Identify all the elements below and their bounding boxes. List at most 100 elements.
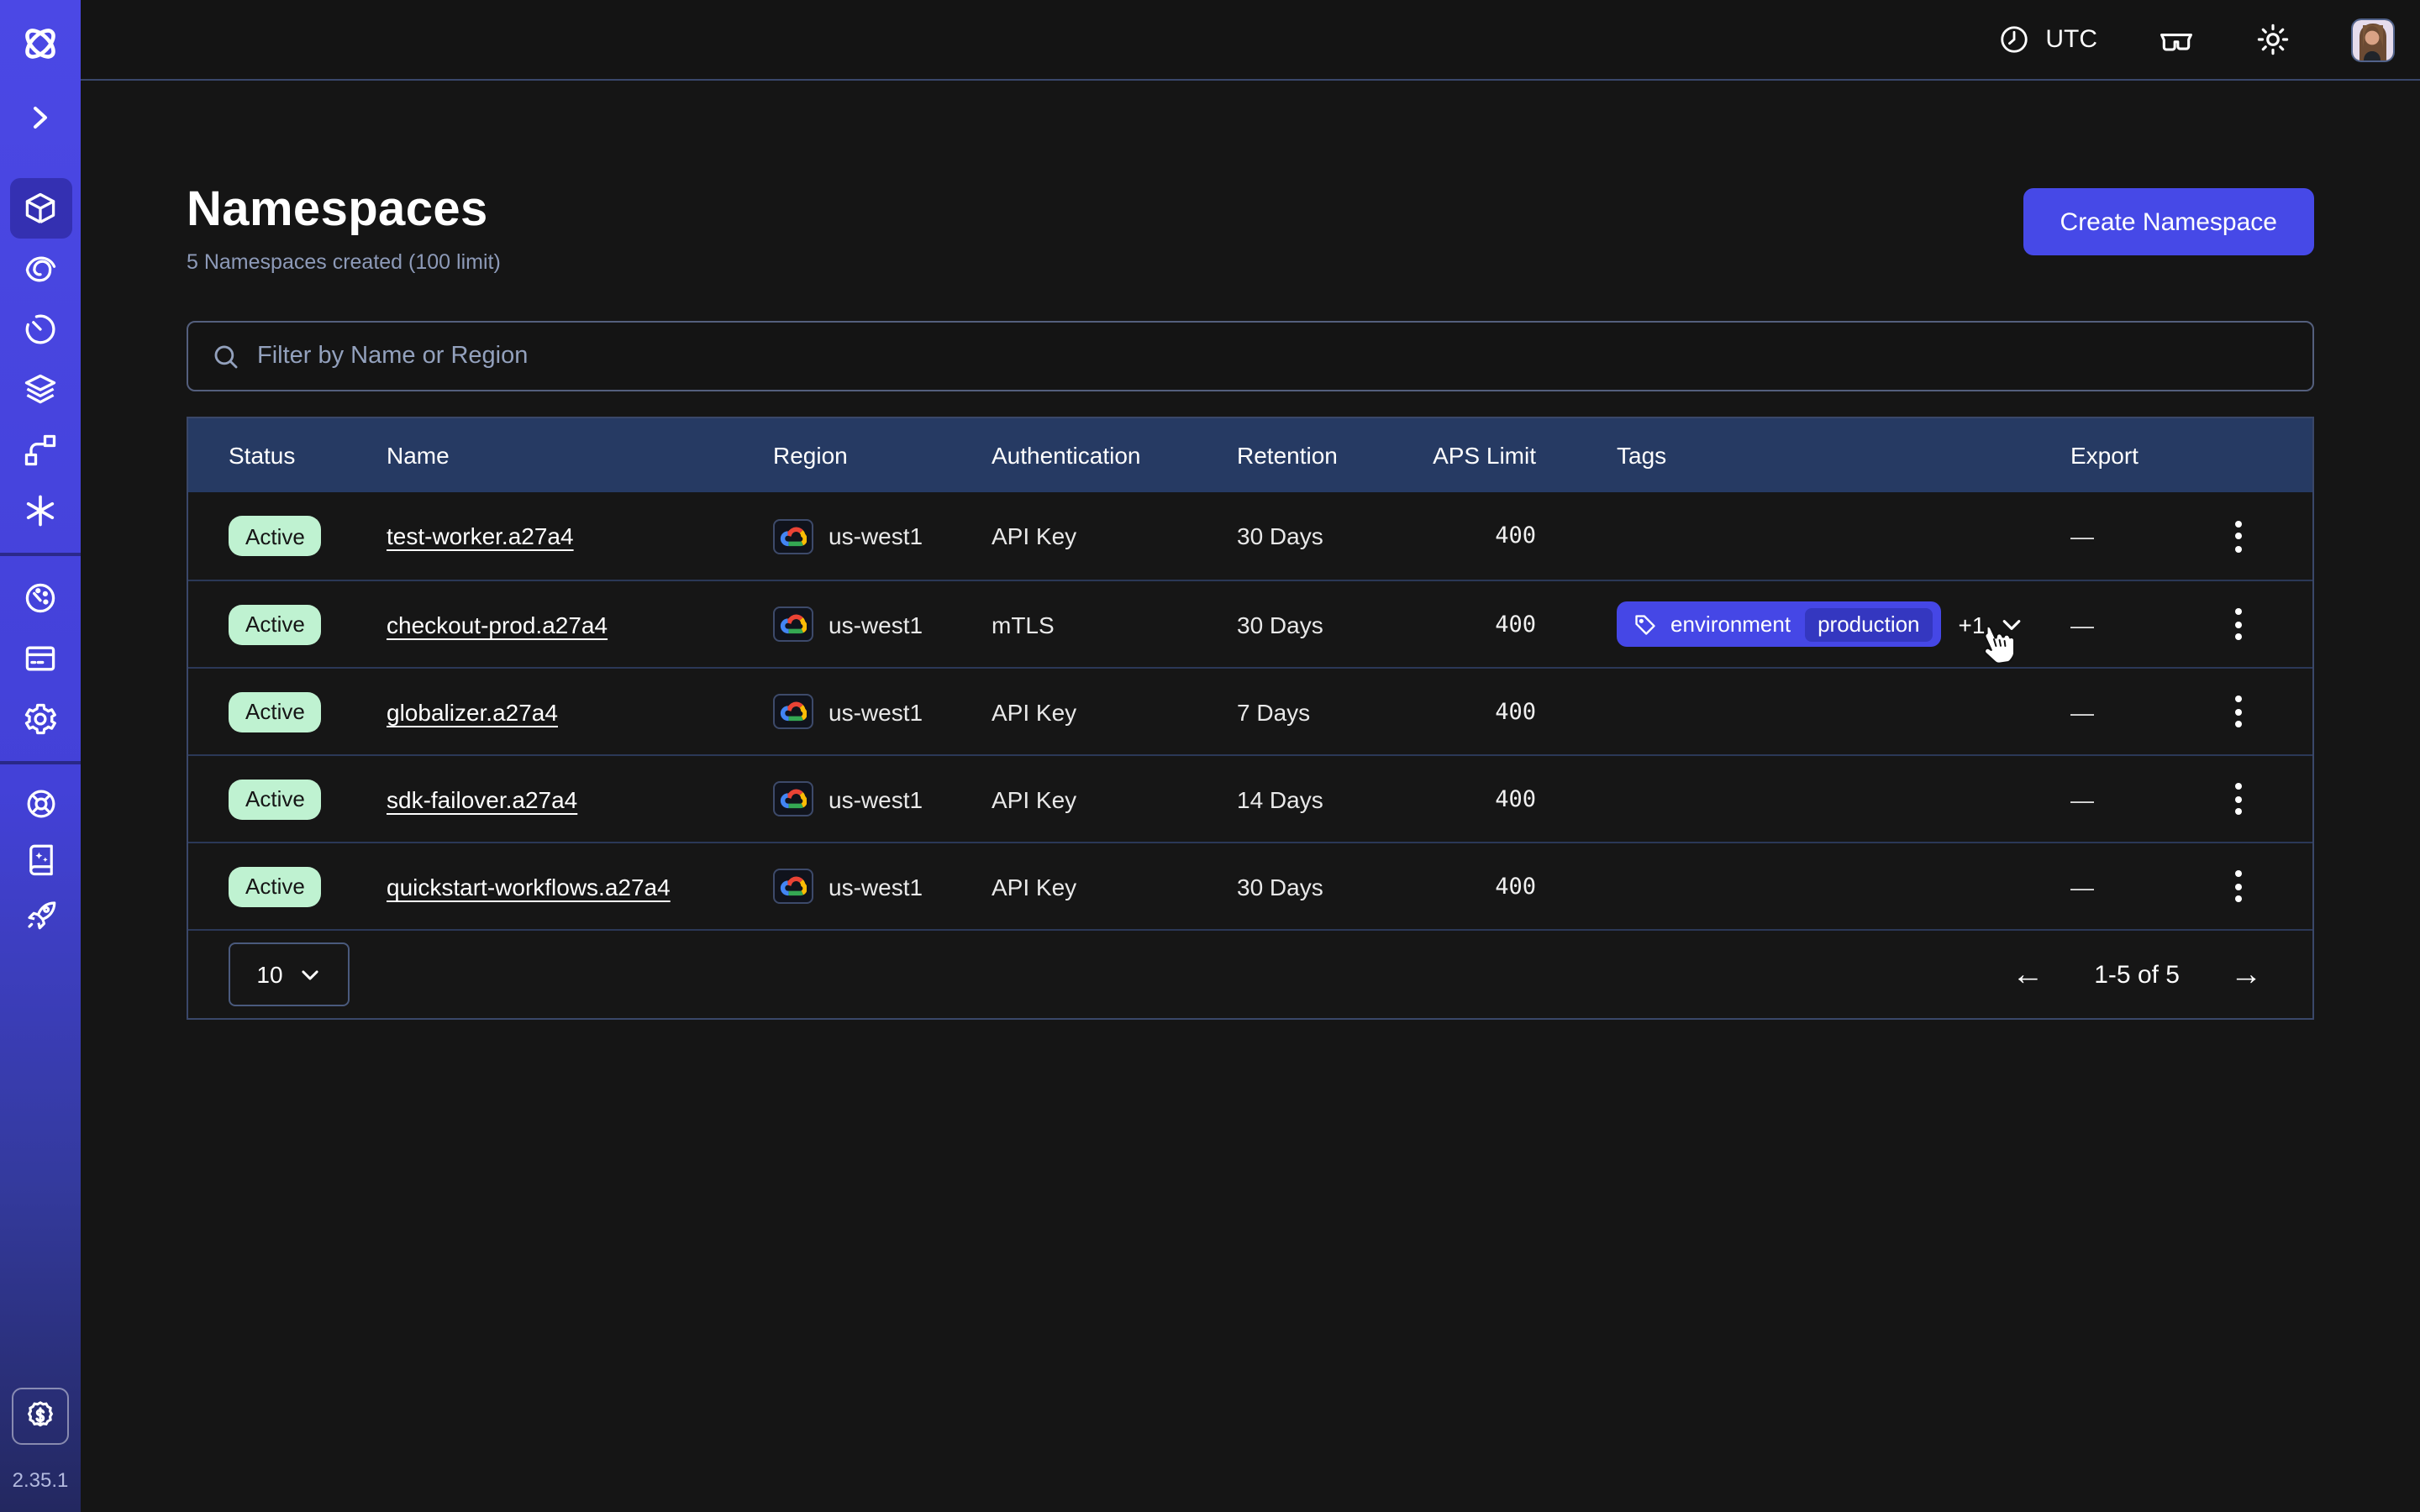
table-row: Active test-worker.a27a4 us-west1 API Ke… — [188, 492, 2312, 580]
table-row: Active checkout-prod.a27a4 us-west1 mTLS — [188, 580, 2312, 667]
export-value: — — [2070, 522, 2094, 549]
gear-icon — [22, 701, 59, 738]
column-header-region: Region — [773, 442, 992, 469]
tags-expand-button[interactable]: +1 — [1959, 611, 2024, 638]
lifebuoy-icon — [23, 786, 58, 822]
gcp-cloud-icon — [773, 694, 813, 729]
aps-limit-value: 400 — [1495, 522, 1536, 549]
chevron-down-icon — [2000, 612, 2023, 636]
table-row: Active quickstart-workflows.a27a4 us-wes… — [188, 842, 2312, 929]
retention-label: 30 Days — [1237, 611, 1430, 638]
export-value: — — [2070, 785, 2094, 812]
table-header: Status Name Region Authentication Retent… — [188, 418, 2312, 492]
aps-limit-value: 400 — [1495, 873, 1536, 900]
timezone-label: UTC — [2045, 25, 2097, 54]
next-page-button[interactable]: → — [2230, 958, 2262, 990]
sidebar-item-deployments[interactable] — [0, 360, 81, 420]
tag-icon — [1634, 612, 1657, 636]
sidebar-item-getting-started[interactable] — [0, 887, 81, 942]
chevron-down-icon — [300, 963, 322, 985]
column-header-name: Name — [387, 442, 773, 469]
tag-pill[interactable]: environment production — [1617, 601, 1942, 647]
row-menu-button[interactable] — [2228, 513, 2249, 559]
sidebar-item-docs[interactable] — [0, 832, 81, 887]
retention-label: 14 Days — [1237, 785, 1430, 812]
auth-label: API Key — [992, 698, 1237, 725]
user-avatar[interactable] — [2351, 18, 2395, 61]
timer-icon — [22, 311, 59, 348]
prev-page-button[interactable]: ← — [2012, 958, 2044, 990]
region-label: us-west1 — [829, 522, 923, 549]
column-header-aps-limit: APS Limit — [1430, 442, 1558, 469]
retention-label: 30 Days — [1237, 873, 1430, 900]
layers-icon — [22, 371, 59, 408]
timezone-selector[interactable]: UTC — [1998, 24, 2097, 55]
namespace-link[interactable]: checkout-prod.a27a4 — [387, 611, 608, 638]
billing-card-icon — [22, 640, 59, 677]
export-value: — — [2070, 698, 2094, 725]
row-menu-button[interactable] — [2228, 689, 2249, 734]
page-title: Namespaces — [187, 183, 501, 239]
row-menu-button[interactable] — [2228, 776, 2249, 822]
sidebar-item-usage[interactable] — [0, 568, 81, 628]
tag-value: production — [1804, 607, 1933, 641]
status-badge: Active — [229, 691, 322, 732]
main-content: Namespaces 5 Namespaces created (100 lim… — [81, 82, 2420, 1512]
namespace-link[interactable]: sdk-failover.a27a4 — [387, 785, 577, 812]
row-menu-button[interactable] — [2228, 864, 2249, 909]
create-namespace-button[interactable]: Create Namespace — [2023, 188, 2314, 255]
status-badge: Active — [229, 866, 322, 906]
workflow-branch-icon — [22, 432, 59, 469]
aps-limit-value: 400 — [1495, 611, 1536, 638]
gcp-cloud-icon — [773, 869, 813, 904]
sidebar-divider — [0, 761, 81, 764]
column-header-authentication: Authentication — [992, 442, 1237, 469]
namespace-link[interactable]: globalizer.a27a4 — [387, 698, 558, 725]
region-label: us-west1 — [829, 698, 923, 725]
sidebar-item-monitoring[interactable] — [0, 239, 81, 299]
auth-label: API Key — [992, 785, 1237, 812]
table-row: Active sdk-failover.a27a4 us-west1 API K… — [188, 754, 2312, 842]
tags-more-count: +1 — [1959, 611, 1986, 638]
gauge-icon — [22, 580, 59, 617]
theme-toggle-button[interactable] — [2255, 22, 2291, 57]
sidebar-item-workflows[interactable] — [0, 420, 81, 480]
page-size-select[interactable]: 10 — [229, 942, 350, 1006]
temporal-logo-icon[interactable] — [18, 20, 62, 67]
spend-button[interactable] — [12, 1388, 69, 1445]
search-icon — [212, 342, 240, 370]
sidebar-item-settings[interactable] — [0, 689, 81, 749]
topbar: UTC — [81, 0, 2420, 81]
retention-label: 7 Days — [1237, 698, 1430, 725]
page-subtitle: 5 Namespaces created (100 limit) — [187, 250, 501, 274]
sidebar: 2.35.1 — [0, 0, 81, 1512]
page-size-value: 10 — [256, 961, 282, 988]
filter-input[interactable] — [257, 343, 2289, 370]
namespace-link[interactable]: test-worker.a27a4 — [387, 522, 574, 549]
sidebar-item-billing[interactable] — [0, 628, 81, 689]
auth-label: mTLS — [992, 611, 1237, 638]
table-row: Active globalizer.a27a4 us-west1 API Key — [188, 667, 2312, 754]
sidebar-item-namespaces[interactable] — [0, 178, 81, 239]
row-menu-button[interactable] — [2228, 601, 2249, 647]
column-header-retention: Retention — [1237, 442, 1430, 469]
glasses-icon — [2158, 21, 2195, 58]
column-header-tags: Tags — [1558, 442, 2070, 469]
sidebar-expand-icon[interactable] — [27, 97, 54, 138]
namespace-link[interactable]: quickstart-workflows.a27a4 — [387, 873, 671, 900]
book-sparkles-icon — [23, 842, 58, 877]
status-badge: Active — [229, 779, 322, 819]
sidebar-item-schedules[interactable] — [0, 299, 81, 360]
region-label: us-west1 — [829, 611, 923, 638]
asterisk-icon — [22, 492, 59, 529]
export-value: — — [2070, 873, 2094, 900]
tag-key: environment — [1670, 612, 1791, 637]
export-value: — — [2070, 611, 2094, 638]
sidebar-item-nexus[interactable] — [0, 480, 81, 541]
sidebar-divider — [0, 553, 81, 556]
sidebar-item-support[interactable] — [0, 776, 81, 832]
retention-label: 30 Days — [1237, 522, 1430, 549]
status-badge: Active — [229, 516, 322, 556]
feedback-glasses-button[interactable] — [2158, 21, 2195, 58]
page-range-label: 1-5 of 5 — [2094, 960, 2180, 989]
